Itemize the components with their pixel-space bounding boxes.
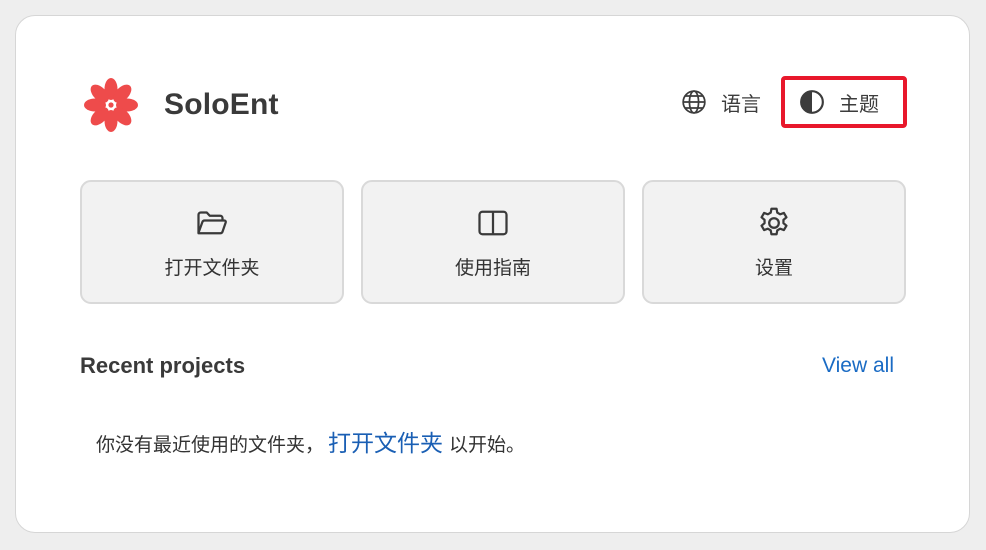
open-folder-label: 打开文件夹 bbox=[164, 256, 260, 279]
theme-button[interactable]: 主题 bbox=[781, 76, 907, 128]
recent-projects-title: Recent projects bbox=[80, 353, 246, 378]
view-all-link[interactable]: View all bbox=[822, 354, 894, 378]
language-button[interactable]: 语言 bbox=[667, 76, 775, 128]
welcome-card: SoloEnt 语言 主题 打开文件夹 使用指南 设置 Recent proje… bbox=[15, 15, 970, 533]
brand: SoloEnt bbox=[80, 74, 279, 136]
folder-open-icon bbox=[197, 210, 227, 234]
empty-recent-message: 你没有最近使用的文件夹， 打开文件夹 以开始。 bbox=[96, 424, 525, 458]
app-name: SoloEnt bbox=[164, 88, 279, 121]
book-icon bbox=[478, 210, 508, 235]
flower-logo bbox=[84, 78, 138, 132]
open-folder-link[interactable]: 打开文件夹 bbox=[328, 424, 443, 458]
language-label: 语言 bbox=[721, 91, 761, 116]
theme-label: 主题 bbox=[839, 91, 879, 116]
quick-actions: 打开文件夹 使用指南 设置 bbox=[80, 180, 906, 304]
gear-icon bbox=[760, 207, 788, 235]
empty-message-prefix: 你没有最近使用的文件夹， bbox=[96, 434, 325, 456]
open-folder-tile[interactable]: 打开文件夹 bbox=[80, 180, 344, 304]
globe-icon bbox=[682, 90, 706, 114]
contrast-icon bbox=[800, 90, 824, 114]
user-guide-tile[interactable]: 使用指南 bbox=[361, 180, 625, 304]
top-actions: 语言 主题 bbox=[667, 76, 907, 128]
settings-label: 设置 bbox=[754, 256, 793, 279]
user-guide-label: 使用指南 bbox=[454, 256, 531, 279]
empty-message-suffix: 以开始。 bbox=[449, 434, 526, 456]
settings-tile[interactable]: 设置 bbox=[642, 180, 906, 304]
